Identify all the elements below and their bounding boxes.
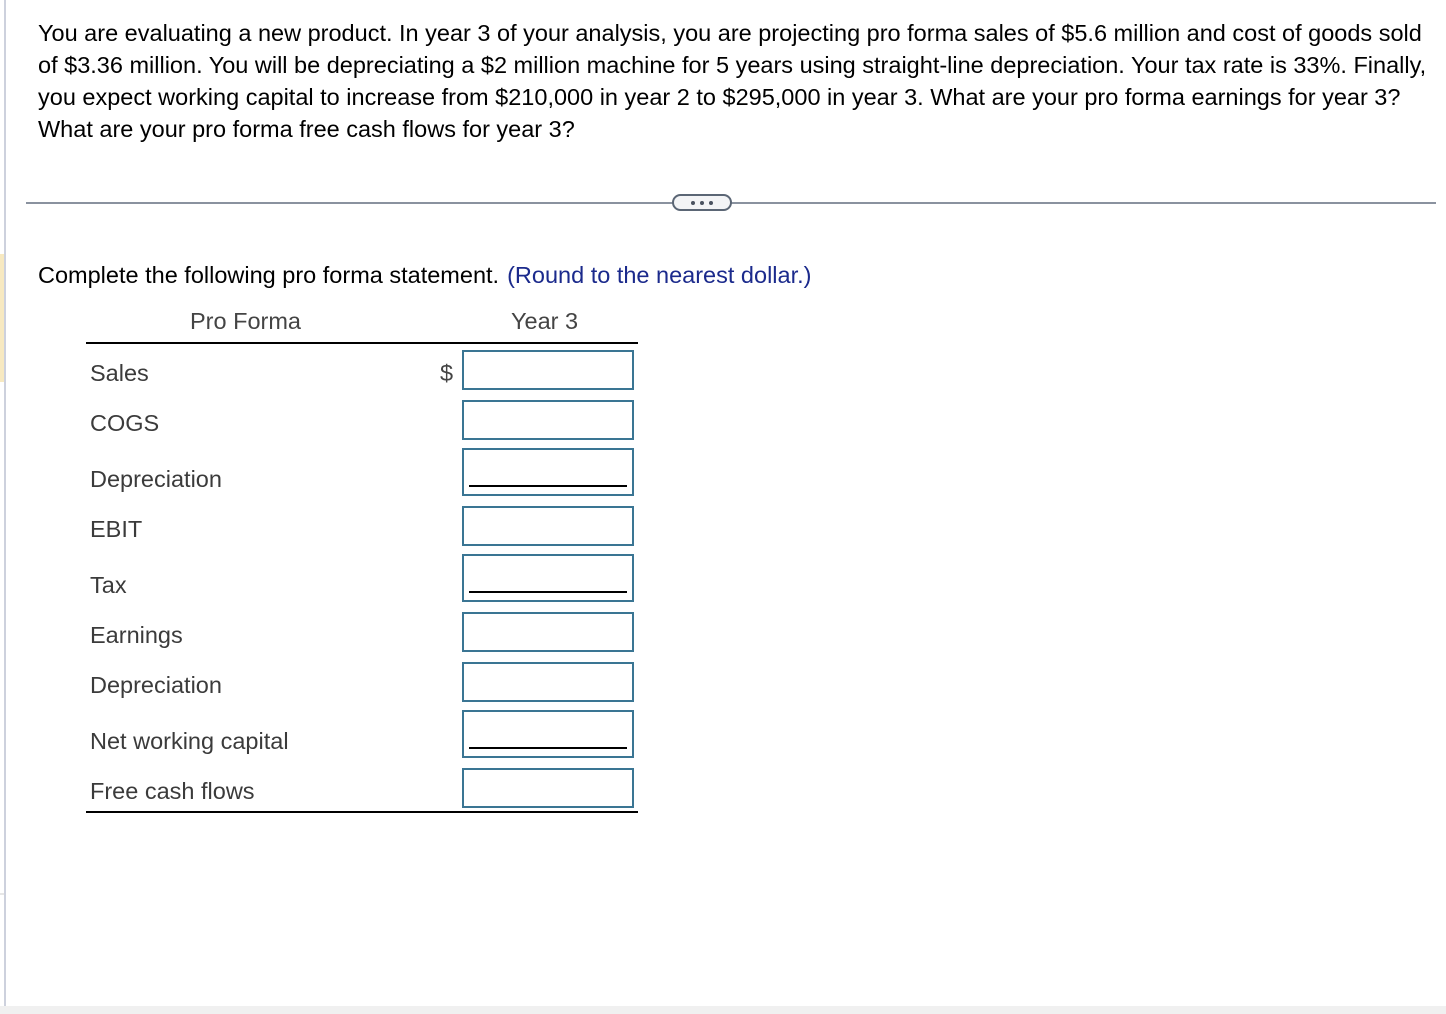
answer-input-cogs[interactable] xyxy=(468,404,628,432)
ellipsis-icon xyxy=(709,200,713,205)
subtotal-underline xyxy=(469,485,627,487)
row-label-tax: Tax xyxy=(90,572,127,598)
row-label-earnings: Earnings xyxy=(90,622,183,648)
question-text: You are evaluating a new product. In yea… xyxy=(38,20,1427,142)
answer-input-ebit[interactable] xyxy=(468,510,628,538)
row-label-depreciation-addback: Depreciation xyxy=(90,672,222,698)
answer-input-earnings[interactable] xyxy=(468,616,628,644)
left-rail xyxy=(4,0,6,1006)
row-label-net-working-capital: Net working capital xyxy=(90,728,289,754)
answer-input-tax[interactable] xyxy=(468,558,628,586)
instruction-text: Complete the following pro forma stateme… xyxy=(38,262,500,288)
table-bottom-rule xyxy=(86,811,638,813)
table-top-rule xyxy=(86,342,638,344)
subtotal-underline xyxy=(469,747,627,749)
answer-input-sales[interactable] xyxy=(468,354,628,382)
answer-input-free-cash-flows[interactable] xyxy=(468,772,628,800)
answer-input-depreciation[interactable] xyxy=(468,452,628,480)
row-label-sales: Sales xyxy=(90,360,149,386)
subtotal-underline xyxy=(469,591,627,593)
row-label-cogs: COGS xyxy=(90,410,160,436)
answer-field-depreciation[interactable] xyxy=(462,448,634,496)
answer-field-sales[interactable] xyxy=(462,350,634,390)
answer-field-net-working-capital[interactable] xyxy=(462,710,634,758)
left-rail-tick xyxy=(0,893,4,895)
answer-input-net-working-capital[interactable] xyxy=(468,714,628,742)
answer-field-earnings[interactable] xyxy=(462,612,634,652)
expand-more-button[interactable] xyxy=(672,194,732,211)
row-label-free-cash-flows: Free cash flows xyxy=(90,778,255,804)
row-label-depreciation: Depreciation xyxy=(90,466,222,492)
column-header-pro-forma: Pro Forma xyxy=(190,308,301,334)
answer-field-depreciation-addback[interactable] xyxy=(462,662,634,702)
ellipsis-icon xyxy=(700,200,704,205)
active-part-indicator xyxy=(0,254,4,382)
rounding-hint: (Round to the nearest dollar.) xyxy=(507,262,812,288)
answer-input-depreciation-addback[interactable] xyxy=(468,666,628,694)
answer-field-cogs[interactable] xyxy=(462,400,634,440)
answer-field-free-cash-flows[interactable] xyxy=(462,768,634,808)
answer-field-tax[interactable] xyxy=(462,554,634,602)
bottom-bar xyxy=(0,1006,1446,1014)
currency-symbol: $ xyxy=(440,360,454,386)
instruction: Complete the following pro forma stateme… xyxy=(38,260,811,290)
answer-field-ebit[interactable] xyxy=(462,506,634,546)
column-header-year-3: Year 3 xyxy=(511,308,579,334)
ellipsis-icon xyxy=(691,200,695,205)
row-label-ebit: EBIT xyxy=(90,516,143,542)
